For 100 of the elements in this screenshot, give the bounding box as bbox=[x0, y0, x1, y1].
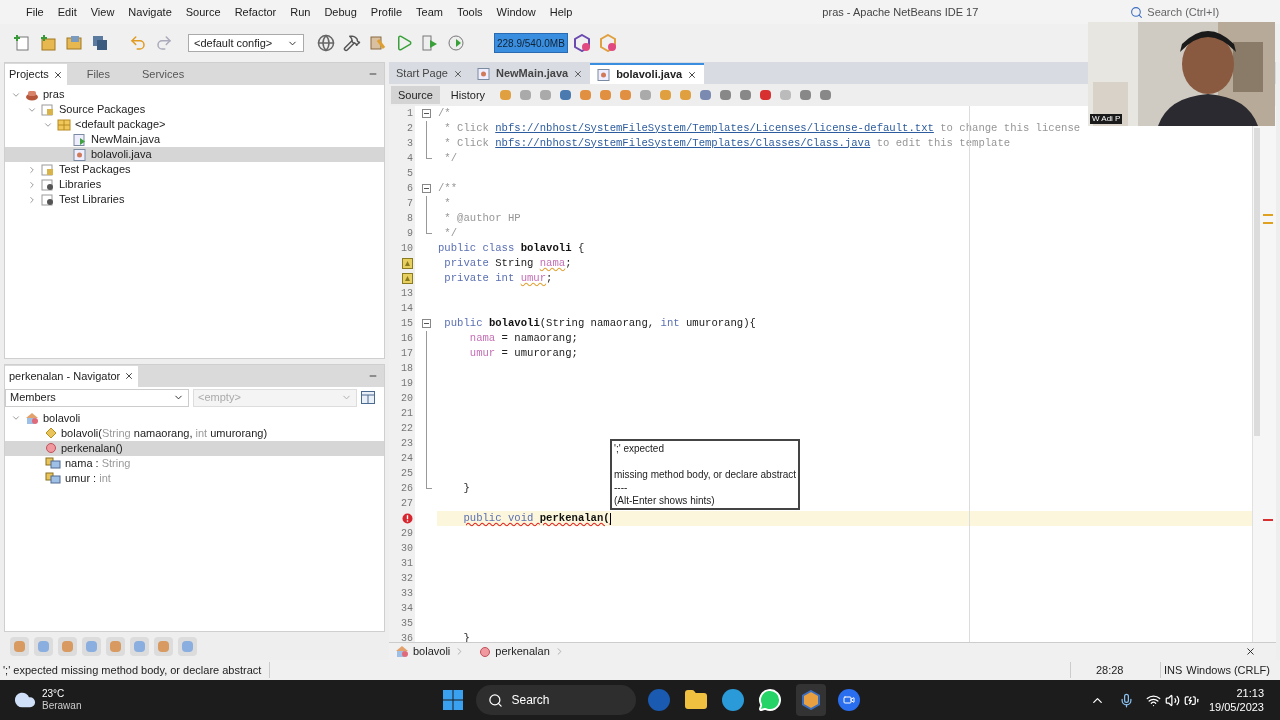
navigator-item[interactable]: nama : String bbox=[5, 455, 384, 471]
menu-item[interactable]: File bbox=[19, 3, 51, 21]
editor-tool-icon[interactable] bbox=[818, 88, 833, 102]
close-icon[interactable] bbox=[687, 69, 698, 80]
tree-item[interactable]: Source Packages bbox=[5, 102, 384, 117]
config-dropdown[interactable]: <default config> bbox=[188, 34, 304, 52]
tree-item[interactable]: Test Libraries bbox=[5, 192, 384, 207]
editor-tool-icon[interactable] bbox=[638, 88, 653, 102]
line-number: 1 bbox=[407, 107, 413, 121]
error-icon[interactable] bbox=[402, 513, 413, 524]
close-icon[interactable] bbox=[124, 371, 135, 381]
fold-toggle[interactable] bbox=[421, 319, 431, 328]
navigator-item[interactable]: bolavoli(String namaorang, int umurorang) bbox=[5, 425, 384, 441]
menu-item[interactable]: Debug bbox=[317, 3, 364, 21]
browser-icon[interactable] bbox=[722, 689, 745, 711]
line-number: 13 bbox=[401, 287, 413, 301]
panel-tab[interactable]: Files bbox=[74, 64, 122, 85]
volume-icon[interactable] bbox=[1164, 692, 1180, 708]
menu-item[interactable]: Source bbox=[178, 3, 228, 21]
editor-tool-icon[interactable] bbox=[718, 88, 733, 102]
navigator-item[interactable]: umur : int bbox=[5, 470, 384, 486]
scrollbar[interactable] bbox=[1254, 128, 1260, 436]
editor-tool-icon[interactable] bbox=[498, 88, 513, 102]
tree-item[interactable]: NewMain.java bbox=[5, 132, 384, 147]
close-icon[interactable] bbox=[52, 69, 63, 80]
menu-item[interactable]: View bbox=[83, 3, 122, 21]
collapse-icon[interactable] bbox=[27, 164, 37, 175]
warning-bulb-icon[interactable] bbox=[402, 258, 413, 269]
breadcrumb[interactable]: perkenalan bbox=[479, 643, 565, 660]
coffee-cup-icon bbox=[25, 88, 39, 101]
line-number: 34 bbox=[401, 602, 413, 616]
editor-tool-icon[interactable] bbox=[658, 88, 673, 102]
ide-app-icon[interactable] bbox=[796, 684, 827, 716]
editor-tab[interactable]: NewMain.java bbox=[470, 63, 591, 84]
panel-tab[interactable]: perkenalan - Navigator bbox=[5, 365, 139, 387]
circle-icon bbox=[45, 442, 57, 454]
start-icon[interactable] bbox=[443, 690, 464, 710]
video-app-icon[interactable] bbox=[838, 689, 861, 711]
tree-item-label: Test Packages bbox=[59, 162, 131, 178]
tree-item[interactable]: pras bbox=[5, 87, 384, 102]
tree-item[interactable]: Libraries bbox=[5, 177, 384, 192]
microphone-icon[interactable] bbox=[1118, 692, 1134, 708]
menu-item[interactable]: Run bbox=[283, 3, 318, 21]
editor-tab[interactable]: bolavoli.java bbox=[590, 63, 705, 84]
editor-tool-icon[interactable] bbox=[678, 88, 693, 102]
line-number: 26 bbox=[401, 482, 413, 496]
layout-icon[interactable] bbox=[361, 391, 375, 404]
menu-item[interactable]: Window bbox=[489, 3, 543, 21]
weather-widget[interactable]: 23°C Berawan bbox=[14, 688, 82, 712]
menu-item[interactable]: Edit bbox=[50, 3, 84, 21]
editor-tool-icon[interactable] bbox=[558, 88, 573, 102]
menu-item[interactable]: Tools bbox=[449, 3, 490, 21]
breadcrumb[interactable]: bolavoli bbox=[395, 643, 466, 660]
line-number: 29 bbox=[401, 527, 413, 541]
expand-icon[interactable] bbox=[11, 413, 21, 423]
tooltip-text: ';' expected bbox=[614, 442, 665, 455]
tree-item-label: Libraries bbox=[59, 177, 102, 193]
fold-toggle[interactable] bbox=[421, 184, 431, 193]
menu-item[interactable]: Navigate bbox=[121, 3, 179, 21]
mode-tab[interactable]: Source bbox=[391, 86, 440, 104]
collapse-icon[interactable] bbox=[27, 194, 37, 205]
close-icon[interactable] bbox=[1245, 646, 1256, 657]
editor-tool-icon[interactable] bbox=[738, 88, 753, 102]
editor-tab[interactable]: Start Page bbox=[389, 63, 470, 84]
collapse-icon[interactable] bbox=[27, 179, 37, 190]
memory-indicator[interactable]: 228.9/540.0MB bbox=[494, 33, 568, 53]
menu-item[interactable]: Refactor bbox=[227, 3, 284, 21]
navigator-item[interactable]: perkenalan() bbox=[5, 440, 384, 456]
editor-tool-icon[interactable] bbox=[758, 88, 773, 102]
taskbar-search[interactable]: Search bbox=[476, 685, 637, 715]
tree-item[interactable]: <default package> bbox=[5, 117, 384, 132]
editor-tool-icon[interactable] bbox=[698, 88, 713, 102]
editor-tool-icon[interactable] bbox=[518, 88, 533, 102]
editor-tool-icon[interactable] bbox=[798, 88, 813, 102]
editor-tool-icon[interactable] bbox=[618, 88, 633, 102]
browser-icon[interactable] bbox=[648, 689, 671, 711]
close-icon[interactable] bbox=[453, 68, 463, 79]
fold-toggle[interactable] bbox=[421, 109, 431, 118]
panel-tab[interactable]: Projects bbox=[5, 64, 67, 85]
line-number: 3 bbox=[407, 137, 413, 151]
editor-tool-icon[interactable] bbox=[538, 88, 553, 102]
members-dropdown[interactable]: Members bbox=[5, 388, 189, 407]
menu-item[interactable]: Help bbox=[542, 3, 580, 21]
menu-item[interactable]: Profile bbox=[363, 3, 409, 21]
tree-item[interactable]: bolavoli.java bbox=[5, 147, 384, 162]
close-icon[interactable] bbox=[573, 68, 584, 79]
wifi-icon[interactable] bbox=[1145, 692, 1161, 708]
search-field[interactable]: Search (Ctrl+I) bbox=[1147, 3, 1238, 21]
navigator-item[interactable]: bolavoli bbox=[5, 410, 384, 426]
menu-item[interactable]: Team bbox=[409, 3, 450, 21]
folder-icon[interactable] bbox=[684, 688, 709, 712]
warning-bulb-icon[interactable] bbox=[402, 273, 413, 284]
package-folder-icon bbox=[41, 163, 55, 176]
editor-tool-icon[interactable] bbox=[598, 88, 613, 102]
editor-tool-icon[interactable] bbox=[578, 88, 593, 102]
clock[interactable]: 21:13 19/05/2023 bbox=[1208, 686, 1264, 714]
mode-tab[interactable]: History bbox=[443, 86, 493, 104]
chat-icon[interactable] bbox=[758, 688, 783, 712]
panel-tab[interactable]: Services bbox=[130, 64, 197, 85]
tree-item[interactable]: Test Packages bbox=[5, 162, 384, 177]
